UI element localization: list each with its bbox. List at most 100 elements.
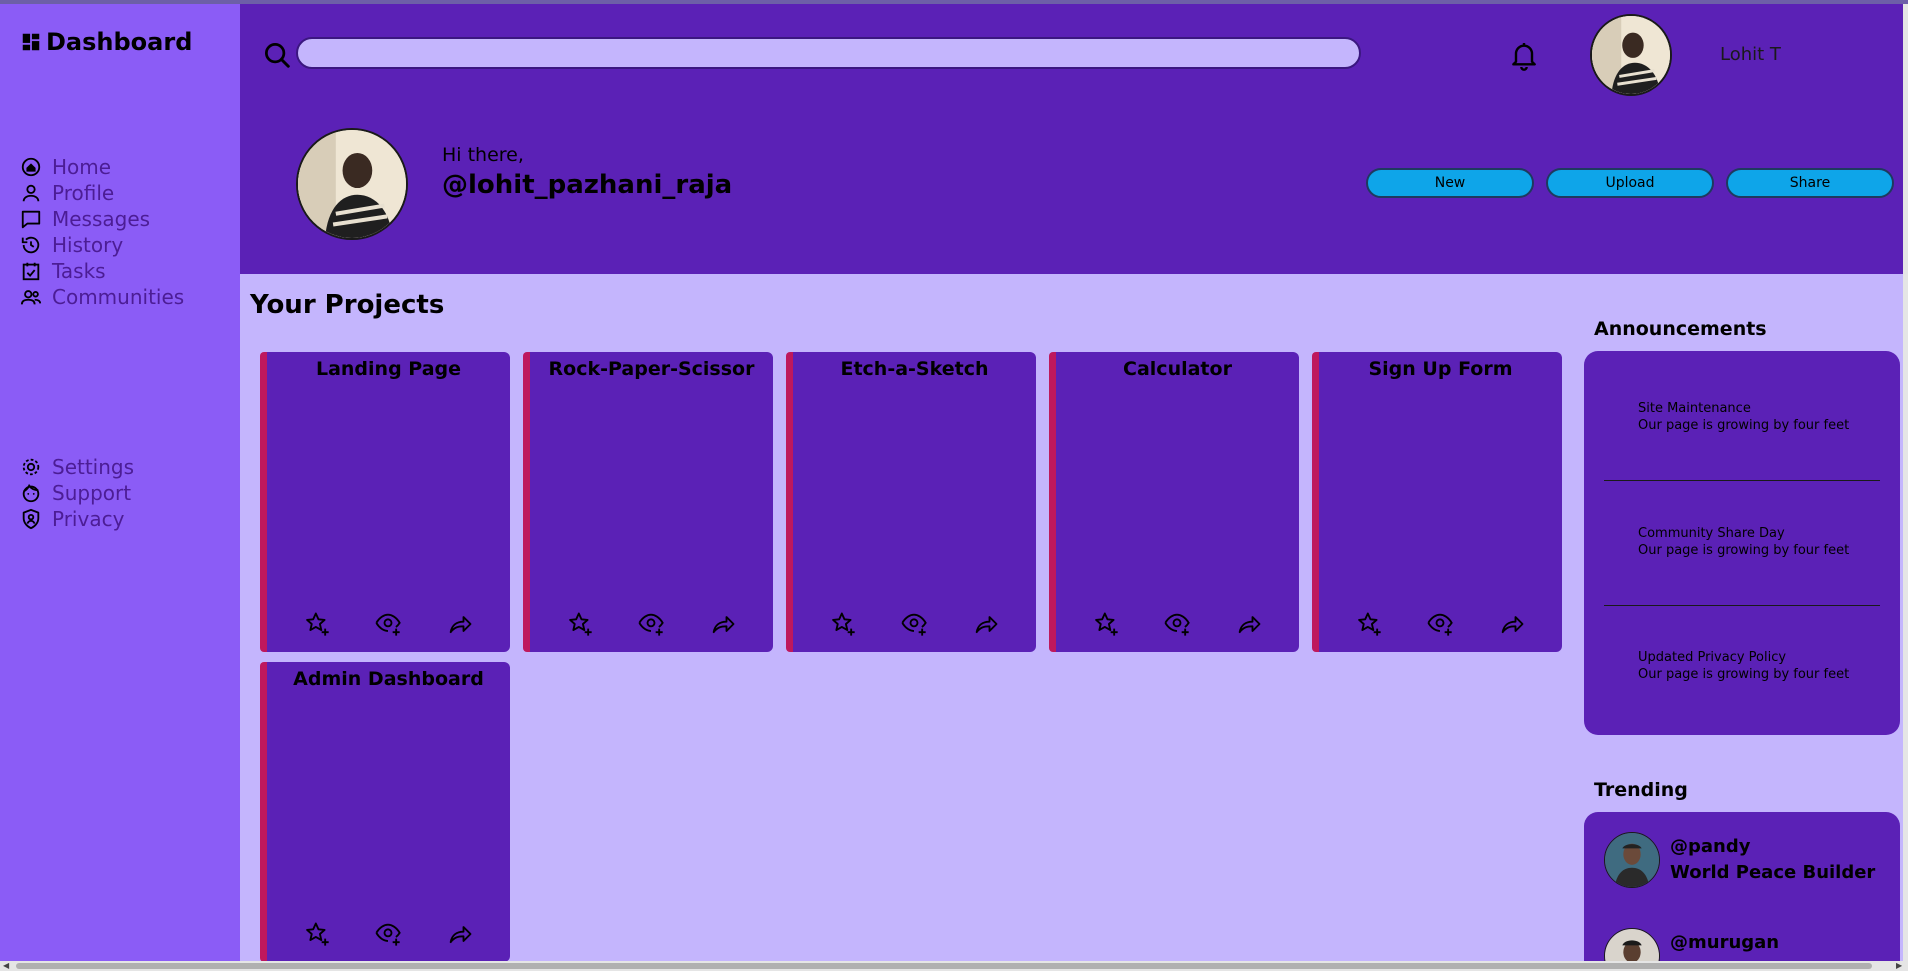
sidebar-item-home[interactable]: Home [20, 154, 184, 180]
home-icon [21, 157, 41, 177]
history-icon [21, 236, 40, 254]
share-icon[interactable] [1498, 610, 1526, 638]
sidebar-item-label: Home [52, 155, 112, 179]
watch-icon[interactable] [900, 610, 928, 638]
project-card-title: Calculator [1123, 358, 1232, 380]
support-icon [22, 483, 40, 503]
project-card-title: Etch-a-Sketch [840, 358, 989, 380]
divider [1604, 480, 1880, 481]
star-add-icon[interactable] [566, 610, 594, 638]
share-button[interactable]: Share [1726, 168, 1894, 198]
greeting-text: Hi there, [442, 144, 524, 166]
sidebar-item-privacy[interactable]: Privacy [20, 506, 134, 532]
profile-icon [22, 184, 40, 202]
watch-icon[interactable] [374, 920, 402, 948]
sidebar-item-support[interactable]: Support [20, 480, 134, 506]
sidebar-item-messages[interactable]: Messages [20, 206, 184, 232]
new-button[interactable]: New [1366, 168, 1534, 198]
sidebar: Dashboard Home Profile Messages History … [0, 4, 240, 961]
project-card-title: Admin Dashboard [293, 668, 484, 690]
watch-icon[interactable] [1163, 610, 1191, 638]
project-card-etch-a-sketch[interactable]: Etch-a-Sketch [786, 352, 1036, 652]
upload-button[interactable]: Upload [1546, 168, 1714, 198]
project-card-landing-page[interactable]: Landing Page [260, 352, 510, 652]
share-icon[interactable] [1235, 610, 1263, 638]
announcement-item[interactable]: Community Share Day Our page is growing … [1638, 525, 1849, 559]
project-card-sign-up-form[interactable]: Sign Up Form [1312, 352, 1562, 652]
trending-handle: @murugan [1670, 932, 1780, 953]
announcements-panel: Site Maintenance Our page is growing by … [1584, 351, 1900, 735]
sidebar-bottom-nav: Settings Support Privacy [20, 454, 134, 532]
project-card-actions [530, 610, 773, 638]
watch-icon[interactable] [1426, 610, 1454, 638]
announcement-item[interactable]: Updated Privacy Policy Our page is growi… [1638, 649, 1849, 683]
project-card-actions [267, 610, 510, 638]
sidebar-item-label: Messages [52, 207, 151, 231]
share-icon[interactable] [446, 610, 474, 638]
brand[interactable]: Dashboard [20, 28, 192, 56]
sidebar-item-label: Tasks [52, 259, 106, 283]
scrollbar-thumb[interactable] [16, 963, 1872, 969]
trending-panel: @pandy World Peace Builder @murugan [1584, 812, 1900, 971]
header-actions: New Upload Share [1366, 168, 1894, 198]
projects-title: Your Projects [250, 290, 445, 320]
trending-item[interactable]: @pandy World Peace Builder [1604, 832, 1875, 888]
star-add-icon[interactable] [303, 920, 331, 948]
sidebar-item-label: Profile [52, 181, 115, 205]
trending-photo [1605, 833, 1659, 887]
sidebar-item-history[interactable]: History [20, 232, 184, 258]
announcement-title: Community Share Day [1638, 526, 1785, 541]
horizontal-scrollbar[interactable]: ◀ ▶ [0, 961, 1908, 971]
star-add-icon[interactable] [1092, 610, 1120, 638]
sidebar-item-communities[interactable]: Communities [20, 284, 184, 310]
search-input[interactable] [296, 37, 1361, 69]
share-icon[interactable] [972, 610, 1000, 638]
announcement-body: Our page is growing by four feet [1638, 543, 1850, 558]
profile-photo [298, 130, 406, 238]
announcement-item[interactable]: Site Maintenance Our page is growing by … [1638, 400, 1849, 434]
header: Lohit T Hi there, @lohit_pazhani_raja Ne… [240, 4, 1908, 274]
sidebar-item-label: History [52, 233, 124, 257]
project-card-actions [793, 610, 1036, 638]
user-photo [1592, 16, 1670, 94]
scroll-right-icon[interactable]: ▶ [1896, 961, 1902, 971]
messages-icon [21, 210, 41, 229]
project-card-title: Landing Page [315, 358, 462, 380]
project-card-rock-paper-scissor[interactable]: Rock-Paper-Scissor [523, 352, 773, 652]
sidebar-item-label: Support [52, 481, 132, 505]
sidebar-item-label: Privacy [52, 507, 125, 531]
project-card-actions [1319, 610, 1562, 638]
project-card-actions [1056, 610, 1299, 638]
share-icon[interactable] [709, 610, 737, 638]
user-avatar[interactable] [1590, 14, 1672, 96]
sidebar-item-settings[interactable]: Settings [20, 454, 134, 480]
watch-icon[interactable] [637, 610, 665, 638]
project-card-title: Rock-Paper-Scissor [548, 358, 755, 380]
sidebar-item-profile[interactable]: Profile [20, 180, 184, 206]
trending-handle: @pandy [1670, 836, 1751, 857]
star-add-icon[interactable] [829, 610, 857, 638]
sidebar-item-tasks[interactable]: Tasks [20, 258, 184, 284]
star-add-icon[interactable] [1355, 610, 1383, 638]
scroll-left-icon[interactable]: ◀ [3, 961, 9, 971]
watch-icon[interactable] [374, 610, 402, 638]
project-card-admin-dashboard[interactable]: Admin Dashboard [260, 662, 510, 962]
sidebar-main-nav: Home Profile Messages History Tasks Comm… [20, 154, 184, 310]
privacy-icon [22, 508, 40, 530]
divider [1604, 605, 1880, 606]
bell-icon[interactable] [1508, 38, 1540, 72]
communities-icon [20, 290, 42, 305]
dashboard-icon [22, 33, 40, 51]
search-icon[interactable] [262, 40, 292, 70]
trending-avatar [1604, 832, 1660, 888]
vertical-scrollbar[interactable] [1903, 4, 1908, 961]
share-icon[interactable] [446, 920, 474, 948]
star-add-icon[interactable] [303, 610, 331, 638]
user-handle: @lohit_pazhani_raja [442, 170, 733, 200]
trending-project: World Peace Builder [1670, 862, 1876, 883]
tasks-icon [22, 262, 40, 281]
trending-title: Trending [1594, 779, 1688, 801]
settings-icon [22, 458, 40, 476]
project-card-calculator[interactable]: Calculator [1049, 352, 1299, 652]
user-name: Lohit T [1720, 44, 1781, 65]
